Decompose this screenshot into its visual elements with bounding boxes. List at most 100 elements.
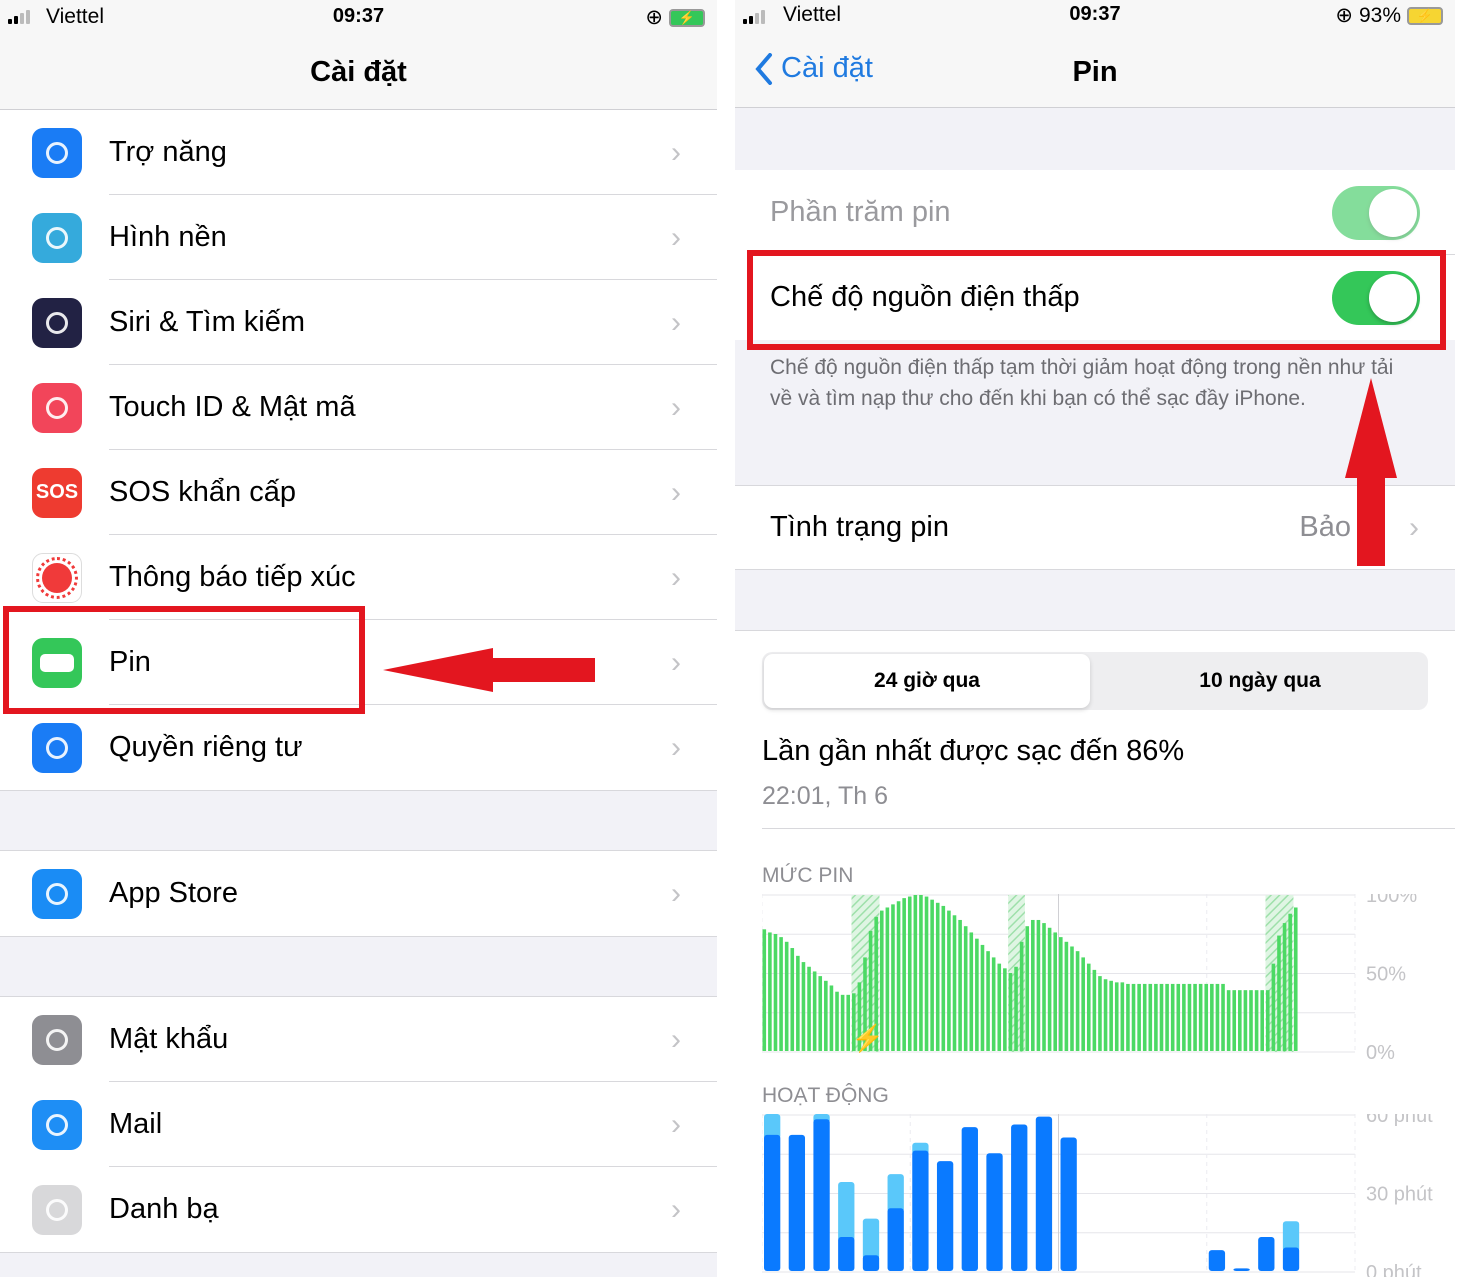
settings-item[interactable]: Hình nền › — [0, 195, 717, 280]
battery-bar — [1159, 983, 1164, 1051]
settings-item[interactable]: Quyền riêng tư › — [0, 705, 717, 790]
settings-item[interactable]: Mail › — [0, 1082, 717, 1167]
battery-bar — [1182, 983, 1186, 1051]
battery-bar — [784, 941, 789, 1051]
battery-bar — [969, 932, 974, 1051]
battery-bar — [824, 980, 828, 1051]
battery-bar — [1019, 941, 1024, 1051]
battery-bar — [997, 963, 1002, 1051]
battery-bar — [1070, 946, 1074, 1051]
battery-screen: Viettel 09:37 ⊕ 93% ⚡ Cài đặt Pin Phần tră… — [735, 0, 1455, 1277]
battery-bar — [1059, 937, 1063, 1051]
battery-bar — [1036, 919, 1041, 1051]
highlight-box — [747, 250, 1446, 350]
activity-bar-screen-on — [887, 1208, 904, 1271]
settings-item[interactable]: App Store › — [0, 851, 717, 936]
battery-health-label: Tình trạng pin — [770, 511, 949, 543]
battery-bar — [1170, 983, 1175, 1051]
battery-bar — [935, 902, 940, 1051]
battery-bar — [1126, 983, 1130, 1051]
chevron-right-icon: › — [671, 475, 681, 509]
battery-bar — [1148, 983, 1153, 1051]
battery-bar — [986, 951, 990, 1051]
battery-bar — [846, 994, 851, 1051]
hand-privacy-icon — [32, 722, 82, 773]
activity-bar-screen-on — [862, 1255, 880, 1271]
fingerprint-icon — [32, 382, 82, 433]
settings-item[interactable]: SOS SOS khẩn cấp › — [0, 450, 717, 535]
battery-bar — [991, 957, 996, 1051]
chevron-right-icon: › — [671, 876, 681, 910]
settings-item-label: Quyền riêng tư — [109, 731, 303, 763]
battery-charging-icon: ⚡ — [1407, 6, 1443, 25]
battery-bar — [790, 948, 795, 1051]
battery-bar — [1176, 983, 1181, 1051]
battery-bar — [1265, 990, 1270, 1051]
chevron-right-icon: › — [671, 645, 681, 679]
activity-bar-screen-off — [887, 1174, 904, 1213]
battery-bar — [907, 896, 912, 1051]
activity-bar-screen-on — [912, 1150, 929, 1271]
settings-item-label: Mail — [109, 1108, 163, 1140]
nav-bar: Cài đặt Pin — [735, 36, 1455, 108]
battery-bar — [891, 904, 895, 1051]
battery-bar — [919, 895, 923, 1051]
battery-bar — [1249, 990, 1253, 1051]
activity-bar-screen-on — [764, 1134, 781, 1271]
activity-title: HOẠT ĐỘNG — [762, 1084, 889, 1107]
app-store-icon — [32, 868, 82, 919]
settings-item[interactable]: Siri & Tìm kiếm › — [0, 280, 717, 365]
battery-bar — [1165, 983, 1169, 1051]
battery-bar — [980, 944, 985, 1051]
settings-item[interactable]: Touch ID & Mật mã › — [0, 365, 717, 450]
page-title: Cài đặt — [310, 56, 407, 88]
battery-bar — [930, 899, 934, 1051]
last-charged-time: 22:01, Th 6 — [762, 782, 889, 810]
activity-bar-screen-on — [1282, 1247, 1300, 1271]
battery-percentage-toggle[interactable] — [1332, 185, 1420, 240]
battery-bar — [1154, 983, 1158, 1051]
battery-bar — [1221, 983, 1225, 1051]
settings-item-label: Hình nền — [109, 221, 227, 253]
activity-bar-screen-on — [1258, 1236, 1275, 1271]
chevron-right-icon: › — [1409, 510, 1419, 544]
y-tick-label: 100% — [1366, 894, 1417, 907]
battery-bar — [1008, 973, 1013, 1051]
rotation-lock-icon: ⊕ — [645, 6, 663, 29]
chevron-right-icon: › — [671, 560, 681, 594]
battery-bar — [835, 991, 839, 1051]
battery-percent: 93% — [1358, 3, 1401, 27]
settings-item[interactable]: Danh bạ › — [0, 1167, 717, 1252]
battery-bar — [1204, 983, 1209, 1051]
activity-bar-screen-on — [1060, 1137, 1077, 1271]
chevron-right-icon: › — [671, 730, 681, 764]
chevron-right-icon: › — [671, 135, 681, 169]
activity-bar-screen-on — [936, 1161, 954, 1271]
activity-bar-screen-off — [862, 1218, 880, 1260]
battery-bar — [768, 932, 772, 1051]
chevron-right-icon: › — [671, 1107, 681, 1141]
battery-bar — [975, 938, 979, 1051]
settings-item[interactable]: Trợ năng › — [0, 110, 717, 195]
mail-icon — [32, 1099, 82, 1150]
battery-bar — [1254, 990, 1259, 1051]
settings-item-label: Mật khẩu — [109, 1023, 229, 1055]
red-arrow-left — [383, 648, 595, 692]
battery-bar — [1215, 983, 1220, 1051]
segment-10d[interactable]: 10 ngày qua — [1094, 654, 1426, 708]
battery-bar — [829, 985, 834, 1051]
segment-24h[interactable]: 24 giờ qua — [764, 654, 1090, 708]
settings-screen: Viettel 09:37 ⊕ ⚡ Cài đặt Trợ năng › Hình… — [0, 0, 717, 1277]
battery-bar — [1232, 990, 1237, 1051]
highlight-box — [3, 606, 365, 714]
settings-item[interactable]: Mật khẩu › — [0, 997, 717, 1082]
battery-bar — [1120, 982, 1125, 1051]
exposure-notification-icon — [32, 552, 82, 603]
battery-bar — [947, 910, 951, 1051]
page-title: Pin — [1072, 56, 1118, 88]
settings-group-3: Mật khẩu › Mail › Danh bạ › — [0, 996, 717, 1253]
activity-chart: 60 phút 30 phút 0 phút — [762, 1114, 1433, 1277]
rotation-lock-icon: ⊕ — [1335, 4, 1353, 27]
activity-bar-screen-off — [1282, 1221, 1300, 1252]
battery-bar — [801, 962, 806, 1051]
